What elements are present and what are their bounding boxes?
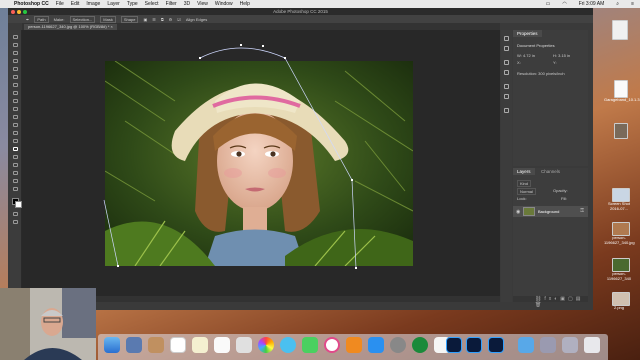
image-icon[interactable] [612, 188, 630, 202]
lock-label: Lock: [517, 196, 527, 201]
layer-row-background[interactable]: ◉ Background ⚿ [513, 206, 588, 217]
webcam-overlay [0, 288, 96, 360]
width-row: W: 4.72 in [517, 53, 535, 58]
anchor-point[interactable] [351, 179, 353, 181]
photos-icon[interactable] [236, 337, 252, 353]
appstore-icon[interactable] [368, 337, 384, 353]
width-value[interactable]: 4.72 in [523, 53, 535, 58]
layer-thumbnail [523, 207, 535, 216]
quicktime-icon[interactable] [412, 337, 428, 353]
opacity-label[interactable]: Opacity: [553, 188, 568, 193]
document-icon[interactable] [614, 80, 628, 98]
calendar-icon[interactable] [170, 337, 186, 353]
image-icon[interactable] [612, 258, 630, 272]
reminders-icon[interactable] [214, 337, 230, 353]
photoshop-icon[interactable] [466, 337, 482, 353]
layers-panel-footer: ⛓fx◐▣▢▤🗑 [513, 296, 588, 308]
anchor-point[interactable] [240, 44, 242, 46]
anchor-point[interactable] [355, 267, 357, 269]
system-preferences-icon[interactable] [390, 337, 406, 353]
presenter-video [0, 288, 96, 360]
clone-source-panel-icon[interactable] [504, 94, 509, 99]
info-panel-icon[interactable] [504, 108, 509, 113]
history-panel-icon[interactable] [504, 36, 509, 41]
desktop-icon-label[interactable]: person-1196627_340 [604, 271, 634, 281]
resolution-text: Resolution: 300 pixels/inch [517, 71, 565, 76]
downloads-icon[interactable] [562, 337, 578, 353]
height-row: H: 3.15 in [553, 53, 570, 58]
layers-panel: Layers Channels Kind Normal Opacity: Loc… [513, 168, 588, 302]
screenshot-icon[interactable] [614, 123, 628, 139]
layer-actions-icons[interactable]: ⛓fx◐▣▢▤🗑 [535, 296, 588, 308]
tab-properties[interactable]: Properties [513, 30, 542, 37]
trash-icon[interactable] [584, 337, 600, 353]
anchor-point[interactable] [199, 57, 201, 59]
blend-mode-select[interactable]: Normal [517, 188, 536, 195]
character-panel-icon[interactable] [504, 60, 509, 65]
downloads-icon[interactable] [540, 337, 556, 353]
ibooks-icon[interactable] [346, 337, 362, 353]
photoshop-icon[interactable] [446, 337, 462, 353]
facetime-icon[interactable] [302, 337, 318, 353]
photoshop-icon[interactable] [488, 337, 504, 353]
itunes-icon[interactable] [324, 337, 340, 353]
height-label: H: [553, 53, 557, 58]
image-icon[interactable] [612, 222, 630, 236]
y-label[interactable]: Y: [553, 60, 557, 65]
desktop-icon-label[interactable]: Screen Shot 2016-07... [604, 201, 634, 211]
properties-heading: Document Properties [517, 43, 555, 48]
finder-icon[interactable] [104, 337, 120, 353]
collapsed-panels-strip [501, 30, 512, 302]
paragraph-panel-icon[interactable] [504, 70, 509, 75]
height-value[interactable]: 3.15 in [558, 53, 570, 58]
launchpad-icon[interactable] [126, 337, 142, 353]
lock-icon: ⚿ [580, 208, 584, 214]
notes-icon[interactable] [192, 337, 208, 353]
tab-layers[interactable]: Layers [513, 168, 535, 175]
photos-icon[interactable] [258, 337, 274, 353]
folder-icon[interactable] [518, 337, 534, 353]
desktop-icon-label[interactable]: 2.png [604, 305, 634, 311]
work-path[interactable] [103, 47, 357, 269]
document-icon[interactable] [612, 20, 628, 40]
visibility-eye-icon[interactable]: ◉ [516, 209, 520, 215]
x-label[interactable]: X: [517, 60, 521, 65]
desktop-icon-label[interactable]: Garageband_10.1.3.png [604, 97, 640, 103]
desktop-icon-label[interactable]: person-1196627_340.jpg [604, 235, 635, 245]
messages-icon[interactable] [280, 337, 296, 353]
brush-panel-icon[interactable] [504, 84, 509, 89]
actions-panel-icon[interactable] [504, 46, 509, 51]
anchor-point[interactable] [262, 45, 264, 47]
layer-name[interactable]: Background [538, 209, 559, 214]
anchor-point[interactable] [284, 57, 286, 59]
layer-filter-kind[interactable]: Kind [517, 180, 532, 187]
image-icon[interactable] [612, 292, 630, 306]
properties-panel: Properties Document Properties W: 4.72 i… [513, 30, 588, 166]
anchor-point[interactable] [117, 265, 119, 267]
preview-icon[interactable] [148, 337, 164, 353]
fill-label[interactable]: Fill: [561, 196, 567, 201]
width-label: W: [517, 53, 522, 58]
tab-channels[interactable]: Channels [537, 168, 564, 175]
